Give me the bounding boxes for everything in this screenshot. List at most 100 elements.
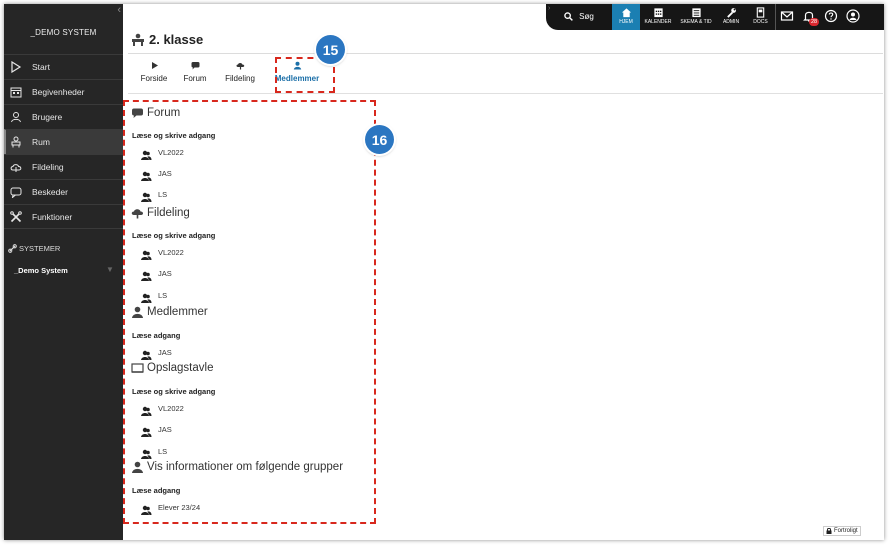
member-entry: LS bbox=[140, 186, 167, 202]
nav-skema-tid[interactable]: SKEMA & TID bbox=[676, 4, 716, 30]
section-forum-heading: Forum bbox=[131, 107, 180, 119]
sidebar-item-start[interactable]: Start bbox=[4, 54, 123, 79]
sidebar-menu: Start Begivenheder Brugere Rum Fildeling… bbox=[4, 54, 123, 229]
member-entry: LS bbox=[140, 443, 167, 459]
chevron-down-icon[interactable]: ▼ bbox=[106, 265, 114, 274]
home-icon bbox=[621, 8, 631, 18]
chat-icon bbox=[191, 62, 199, 70]
nav-hjem[interactable]: HJEM bbox=[612, 4, 640, 30]
system-title: _DEMO SYSTEM bbox=[30, 28, 97, 37]
section-group-info-heading: Vis informationer om følgende grupper bbox=[131, 461, 343, 473]
member-entry: VL2022 bbox=[140, 400, 184, 416]
group-icon bbox=[141, 406, 152, 416]
link-icon bbox=[8, 244, 17, 253]
calendar-grid-icon bbox=[653, 8, 663, 18]
section-title: Opslagstavle bbox=[147, 362, 214, 374]
profile-button[interactable] bbox=[842, 4, 864, 30]
nav-admin[interactable]: ADMIN bbox=[716, 4, 746, 30]
search-button[interactable]: Søg bbox=[546, 4, 612, 30]
tools-icon bbox=[10, 210, 22, 222]
sidebar-item-label: Begivenheder bbox=[32, 87, 85, 97]
member-name: LS bbox=[158, 290, 168, 300]
lock-icon bbox=[826, 528, 832, 534]
users-icon bbox=[11, 112, 21, 123]
section-fildeling-heading: Fildeling bbox=[131, 207, 190, 219]
notifications-button[interactable]: 28 bbox=[798, 4, 820, 30]
access-label: Læse adgang bbox=[132, 331, 181, 340]
group-icon bbox=[141, 192, 152, 202]
step-badge-16: 16 bbox=[365, 125, 394, 154]
section-medlemmer-heading: Medlemmer bbox=[131, 306, 208, 318]
member-entry: JAS bbox=[140, 344, 172, 360]
sidebar-item-brugere[interactable]: Brugere bbox=[4, 104, 123, 129]
room-icon bbox=[11, 136, 21, 148]
member-entry: JAS bbox=[140, 265, 172, 281]
nav-label: KALENDER bbox=[644, 19, 672, 25]
access-label: Læse og skrive adgang bbox=[132, 131, 216, 140]
access-label: Læse adgang bbox=[132, 486, 181, 495]
top-bar: › Søg HJEM KALENDER SKEMA & TID ADMIN DO… bbox=[546, 4, 884, 30]
chat-icon bbox=[132, 108, 143, 118]
sidebar-collapse-icon[interactable]: ‹ bbox=[117, 4, 121, 16]
tab-fildeling[interactable]: Fildeling bbox=[216, 61, 264, 83]
member-name: LS bbox=[158, 446, 168, 456]
member-name: LS bbox=[158, 189, 168, 199]
messages-button[interactable] bbox=[776, 4, 798, 30]
access-label: Læse og skrive adgang bbox=[132, 387, 216, 396]
member-name: Elever 23/24 bbox=[158, 502, 201, 512]
help-button[interactable] bbox=[820, 4, 842, 30]
play-icon bbox=[151, 62, 158, 69]
member-name: JAS bbox=[158, 424, 172, 434]
member-name: JAS bbox=[158, 347, 172, 357]
help-icon bbox=[824, 9, 838, 23]
nav-docs[interactable]: DOCS bbox=[746, 4, 776, 30]
sidebar: ‹ _DEMO SYSTEM Start Begivenheder Bruger… bbox=[4, 4, 123, 540]
user-circle-icon bbox=[846, 9, 860, 23]
confidential-badge[interactable]: Fortroligt bbox=[823, 526, 861, 536]
group-icon bbox=[141, 350, 152, 360]
nav-label: HJEM bbox=[619, 19, 633, 25]
systems-heading: SYSTEMER bbox=[8, 244, 60, 253]
access-label: Læse og skrive adgang bbox=[132, 231, 216, 240]
sidebar-item-beskeder[interactable]: Beskeder bbox=[4, 179, 123, 204]
tab-forum[interactable]: Forum bbox=[174, 61, 216, 83]
group-icon bbox=[141, 505, 152, 515]
member-name: JAS bbox=[158, 268, 172, 278]
app-window: ‹ _DEMO SYSTEM Start Begivenheder Bruger… bbox=[4, 4, 884, 540]
sidebar-item-label: Brugere bbox=[32, 112, 63, 122]
member-entry: JAS bbox=[140, 165, 172, 181]
systems-label: SYSTEMER bbox=[19, 244, 61, 253]
member-name: JAS bbox=[158, 168, 172, 178]
group-icon bbox=[141, 150, 152, 160]
cloud-icon bbox=[131, 209, 144, 219]
system-select[interactable]: _Demo System bbox=[14, 266, 68, 275]
member-entry: VL2022 bbox=[140, 144, 184, 160]
nav-kalender[interactable]: KALENDER bbox=[640, 4, 676, 30]
sidebar-item-label: Start bbox=[32, 62, 50, 72]
sidebar-item-rum[interactable]: Rum bbox=[4, 129, 123, 154]
group-icon bbox=[141, 271, 152, 281]
envelope-icon bbox=[780, 11, 794, 21]
confidential-label: Fortroligt bbox=[834, 528, 858, 534]
group-icon bbox=[141, 250, 152, 260]
tab-label: Forside bbox=[140, 74, 168, 83]
sidebar-item-label: Fildeling bbox=[32, 162, 64, 172]
chat-icon bbox=[10, 187, 22, 198]
sidebar-item-label: Rum bbox=[32, 137, 50, 147]
room-icon bbox=[132, 33, 144, 46]
sidebar-item-funktioner[interactable]: Funktioner bbox=[4, 204, 123, 229]
nav-label: ADMIN bbox=[722, 19, 740, 25]
nav-label: SKEMA & TID bbox=[680, 19, 712, 25]
play-outline-icon bbox=[11, 61, 22, 73]
sidebar-item-begivenheder[interactable]: Begivenheder bbox=[4, 79, 123, 104]
step-badge-15: 15 bbox=[316, 35, 345, 64]
tab-forside[interactable]: Forside bbox=[134, 61, 174, 83]
sidebar-item-fildeling[interactable]: Fildeling bbox=[4, 154, 123, 179]
wrench-icon bbox=[726, 8, 736, 18]
group-icon bbox=[141, 427, 152, 437]
section-title: Fildeling bbox=[147, 207, 190, 219]
section-opslagstavle-heading: Opslagstavle bbox=[131, 362, 213, 374]
tabs-divider bbox=[128, 93, 883, 94]
search-label: Søg bbox=[579, 11, 594, 21]
group-icon bbox=[141, 293, 152, 303]
